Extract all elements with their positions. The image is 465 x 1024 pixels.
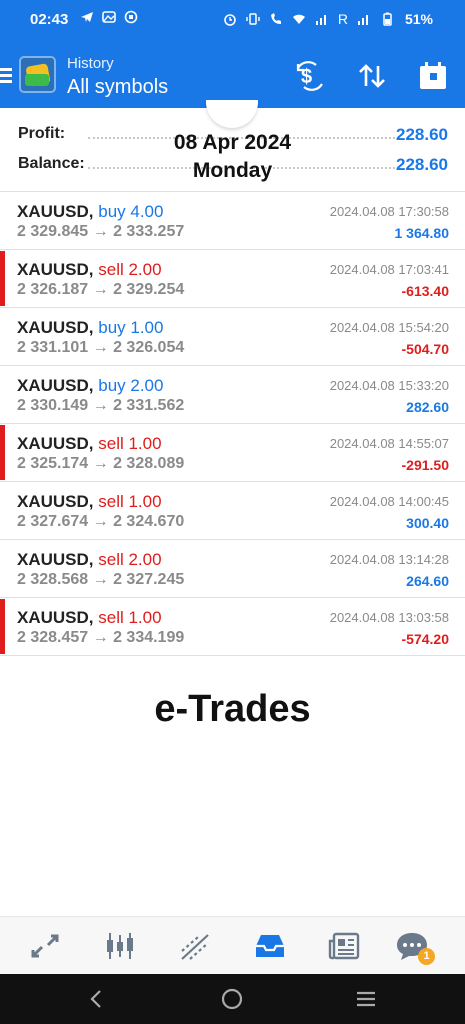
sell-indicator-bar [0, 599, 5, 654]
trade-prices: 2 328.568 → 2 327.245 [17, 571, 185, 588]
recents-icon[interactable] [353, 986, 379, 1012]
app-notification-icon [124, 10, 138, 24]
battery-percent: 51% [404, 11, 433, 27]
trade-prices: 2 326.187 → 2 329.254 [17, 281, 185, 298]
trade-symbol: XAUUSD, buy 4.00 [17, 202, 164, 221]
wifi-call-icon [270, 13, 281, 24]
alarm-icon [224, 14, 236, 26]
trade-symbol: XAUUSD, buy 2.00 [17, 376, 164, 395]
signal-icon-2 [357, 15, 368, 25]
trade-profit: 300.40 [406, 515, 449, 531]
trade-side: sell 2.00 [98, 550, 162, 569]
trade-time: 2024.04.08 15:33:20 [329, 378, 449, 393]
watermark-text: e-Trades [154, 688, 311, 730]
trade-row[interactable]: XAUUSD, sell 1.00 2 327.674 → 2 324.670 … [0, 482, 465, 540]
trade-row[interactable]: XAUUSD, buy 2.00 2 330.149 → 2 331.562 2… [0, 366, 465, 424]
trade-time: 2024.04.08 14:55:07 [329, 436, 449, 451]
trade-side: sell 2.00 [98, 260, 162, 279]
overlay-date: 08 Apr 2024 [173, 131, 292, 154]
trade-symbol: XAUUSD, buy 1.00 [17, 318, 164, 337]
trade-time: 2024.04.08 15:54:20 [329, 320, 449, 335]
trade-list: XAUUSD, buy 4.00 2 329.845 → 2 333.257 2… [0, 192, 465, 656]
trade-icon[interactable] [178, 929, 212, 963]
trade-row[interactable]: XAUUSD, sell 1.00 2 325.174 → 2 328.089 … [0, 424, 465, 482]
trade-side: sell 1.00 [98, 434, 162, 453]
system-indicators: R 51% [223, 11, 433, 27]
status-bar: 02:43 R 51% [0, 0, 465, 42]
symbol-filter-title[interactable]: All symbols [67, 76, 168, 99]
trade-symbol: XAUUSD, sell 2.00 [17, 550, 162, 569]
trade-side: sell 1.00 [98, 608, 162, 627]
wifi-icon [292, 14, 305, 24]
sell-indicator-bar [0, 425, 5, 480]
gallery-icon [102, 11, 116, 23]
trade-row[interactable]: XAUUSD, buy 1.00 2 331.101 → 2 326.054 2… [0, 308, 465, 366]
system-navigation-bar [0, 974, 465, 1024]
trade-time: 2024.04.08 13:14:28 [329, 552, 449, 567]
trade-row[interactable]: XAUUSD, sell 2.00 2 328.568 → 2 327.245 … [0, 540, 465, 598]
chart-icon[interactable] [103, 929, 137, 963]
trade-symbol: XAUUSD, sell 1.00 [17, 608, 162, 627]
app-bar: History All symbols $ [0, 42, 465, 108]
news-icon[interactable] [328, 929, 362, 963]
vibrate-icon [246, 13, 260, 25]
telegram-icon [81, 12, 93, 22]
menu-icon[interactable] [0, 68, 12, 84]
overlay-weekday: Monday [192, 159, 273, 182]
trade-side: buy 1.00 [98, 318, 164, 337]
trade-prices: 2 331.101 → 2 326.054 [17, 339, 185, 356]
trade-row[interactable]: XAUUSD, sell 1.00 2 328.457 → 2 334.199 … [0, 598, 465, 656]
status-time: 02:43 [30, 11, 69, 28]
calendar-icon[interactable] [417, 60, 449, 92]
trade-symbol: XAUUSD, sell 2.00 [17, 260, 162, 279]
home-icon[interactable] [219, 986, 245, 1012]
trade-profit: -504.70 [401, 341, 449, 357]
trade-profit: 282.60 [406, 399, 449, 415]
trade-profit: 1 364.80 [394, 225, 450, 241]
trade-time: 2024.04.08 17:30:58 [329, 204, 449, 219]
sort-icon[interactable] [356, 60, 388, 92]
trade-time: 2024.04.08 17:03:41 [329, 262, 449, 277]
app-logo [19, 56, 56, 93]
trade-side: buy 2.00 [98, 376, 164, 395]
roaming-label: R [337, 11, 348, 27]
notification-badge: 1 [418, 948, 435, 965]
trade-row[interactable]: XAUUSD, sell 2.00 2 326.187 → 2 329.254 … [0, 250, 465, 308]
trade-prices: 2 325.174 → 2 328.089 [17, 455, 185, 472]
trade-prices: 2 328.457 → 2 334.199 [17, 629, 185, 646]
trade-row[interactable]: XAUUSD, buy 4.00 2 329.845 → 2 333.257 2… [0, 192, 465, 250]
back-icon[interactable] [84, 986, 110, 1012]
trade-side: buy 4.00 [98, 202, 164, 221]
history-summary: Profit: 228.60 Balance: 228.60 08 Apr 20… [0, 108, 465, 192]
trade-profit: -574.20 [401, 631, 449, 647]
quotes-icon[interactable] [28, 929, 62, 963]
trade-prices: 2 329.845 → 2 333.257 [17, 223, 185, 240]
trade-time: 2024.04.08 14:00:45 [329, 494, 449, 509]
trade-symbol: XAUUSD, sell 1.00 [17, 434, 162, 453]
deposit-withdraw-icon[interactable]: $ [294, 60, 326, 92]
trade-profit: -613.40 [401, 283, 449, 299]
messages-button[interactable]: 1 [395, 929, 435, 965]
signal-icon [315, 15, 326, 25]
battery-icon [383, 12, 392, 26]
trade-side: sell 1.00 [98, 492, 162, 511]
trade-profit: -291.50 [401, 457, 449, 473]
trade-time: 2024.04.08 13:03:58 [329, 610, 449, 625]
sell-indicator-bar [0, 251, 5, 306]
trade-prices: 2 330.149 → 2 331.562 [17, 397, 185, 414]
bottom-navigation: 1 [0, 916, 465, 974]
app-bar-subtitle: History [67, 55, 114, 72]
notification-icons [80, 10, 138, 24]
trade-symbol: XAUUSD, sell 1.00 [17, 492, 162, 511]
trade-profit: 264.60 [406, 573, 449, 589]
history-icon[interactable] [253, 929, 287, 963]
trade-prices: 2 327.674 → 2 324.670 [17, 513, 185, 530]
